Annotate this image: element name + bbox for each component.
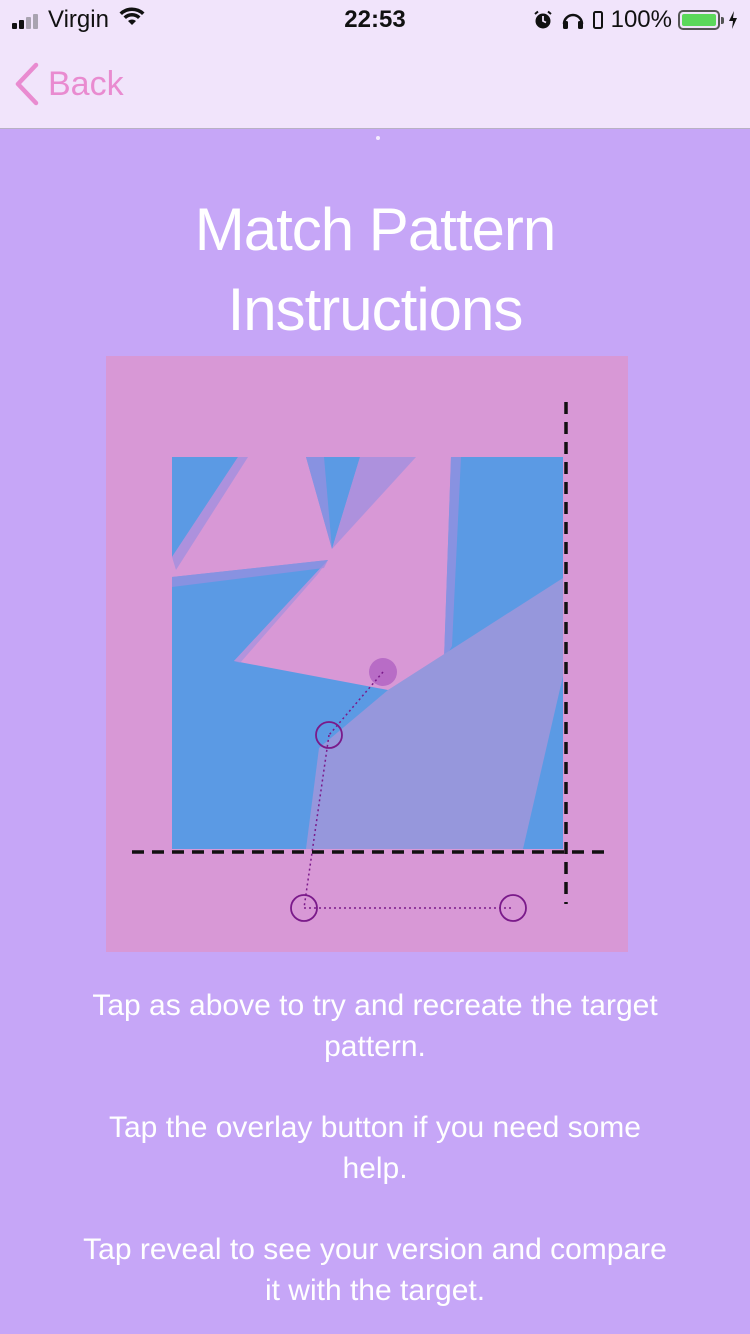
title-line-2: Instructions [227, 276, 524, 343]
chevron-left-icon [15, 62, 39, 106]
back-label: Back [48, 64, 124, 103]
instruction-3: Tap reveal to see your version and compa… [83, 1233, 667, 1307]
charging-icon [728, 11, 738, 29]
alarm-icon [533, 10, 553, 30]
pattern-diagram [106, 356, 628, 952]
battery-icon [678, 10, 724, 30]
title-line-1: Match Pattern [194, 196, 557, 263]
instruction-1: Tap as above to try and recreate the tar… [92, 989, 658, 1063]
status-bar: Virgin 22:53 100% [0, 0, 750, 40]
instructions: Tap as above to try and recreate the tar… [0, 985, 750, 1334]
instruction-2: Tap the overlay button if you need some … [108, 1111, 641, 1185]
page-title: Match Pattern Instructions [0, 190, 750, 350]
battery-percent: 100% [610, 6, 672, 33]
battery-fill [682, 14, 716, 26]
navigation-bar: Back [0, 40, 750, 129]
page-indicator-dot [376, 136, 380, 140]
back-button[interactable]: Back [14, 62, 124, 106]
pattern-canvas [106, 356, 628, 952]
orientation-lock-icon [592, 10, 603, 30]
status-right: 100% [533, 6, 738, 34]
headphones-icon [561, 10, 585, 30]
